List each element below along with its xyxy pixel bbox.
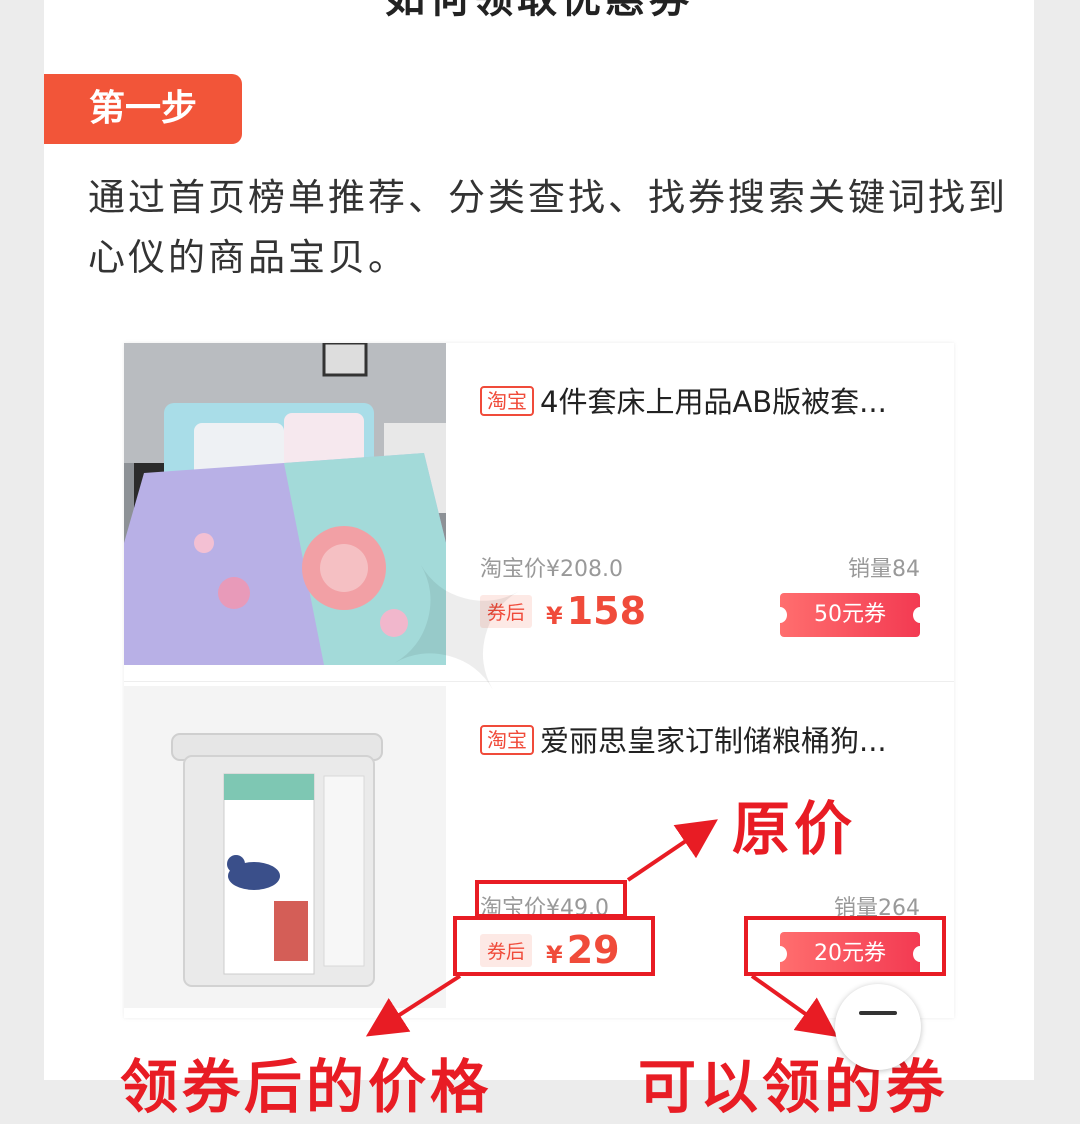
arrow-after-price [365,974,462,1037]
arrow-coupon [750,974,838,1037]
floating-button[interactable] [835,984,921,1070]
arrow-original-price [626,819,718,882]
annotation-arrows [365,819,838,1037]
annotation-after-coupon-price: 领券后的价格 [120,1053,493,1121]
annotation-original-price: 原价 [732,795,857,863]
minus-icon [859,1011,897,1015]
